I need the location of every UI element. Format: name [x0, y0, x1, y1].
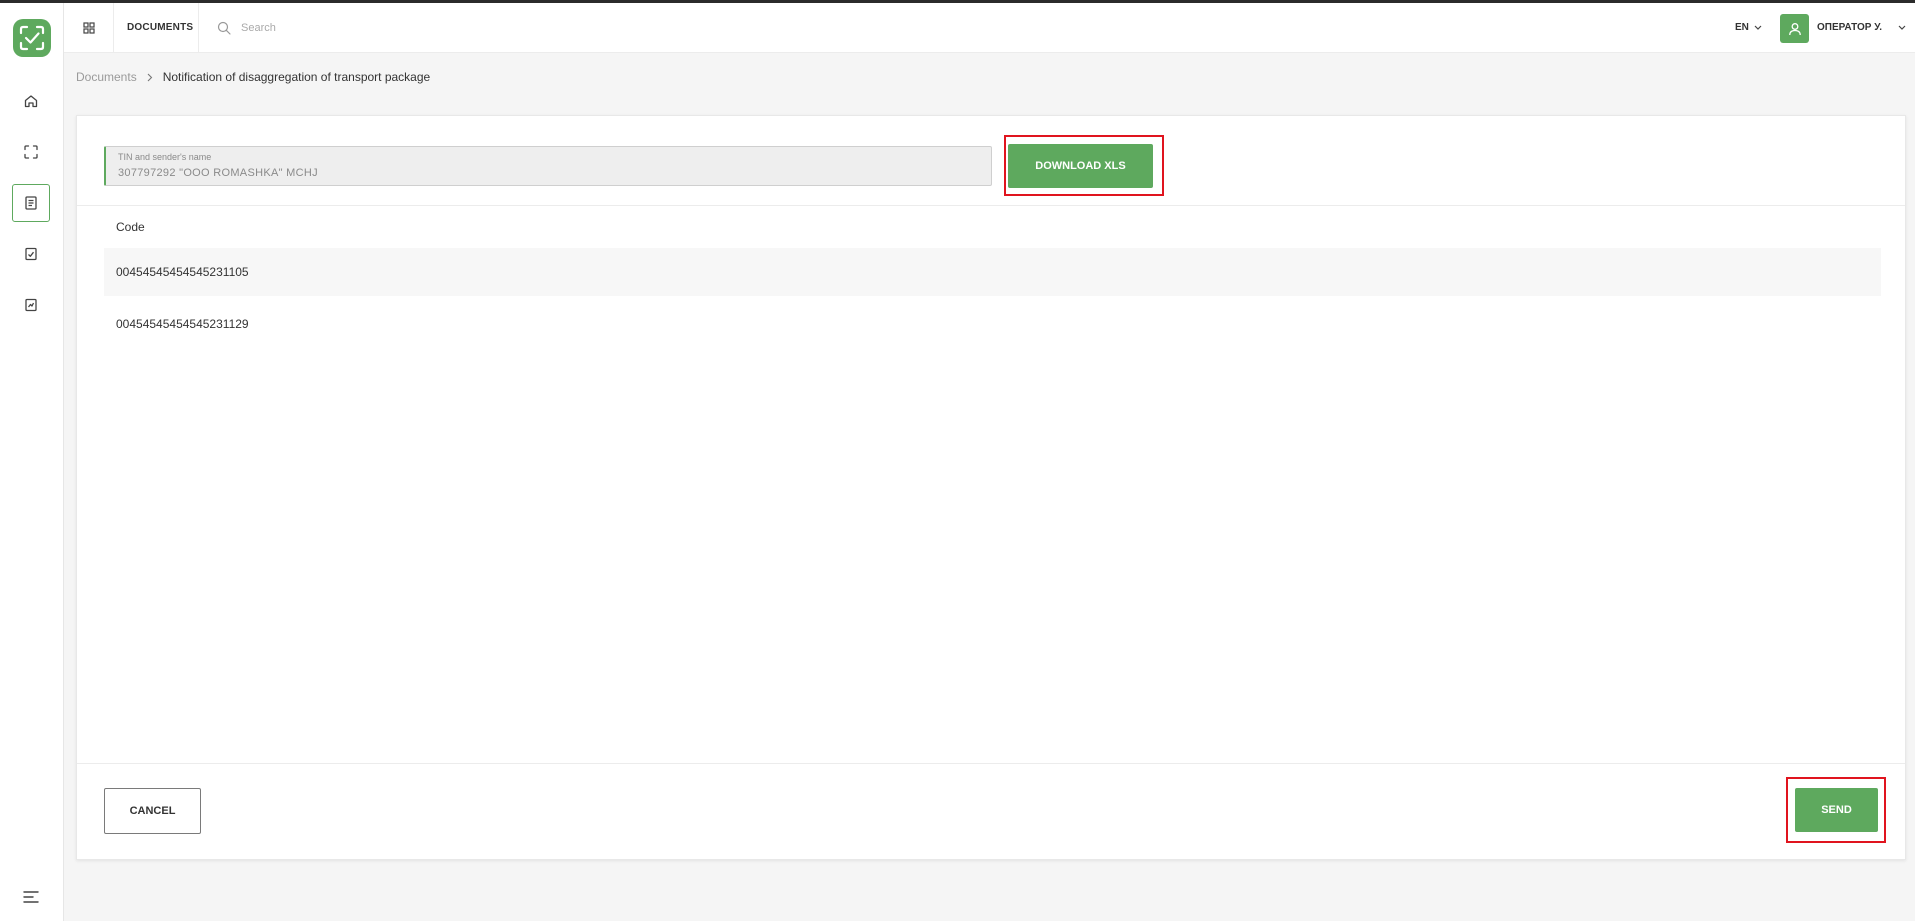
header-divider: [198, 3, 199, 53]
sidebar-item-scan[interactable]: [12, 133, 50, 171]
language-selector[interactable]: EN: [1735, 3, 1762, 53]
sender-field[interactable]: TIN and sender's name 307797292 "OOO ROM…: [104, 146, 992, 186]
chevron-down-icon: [1754, 25, 1762, 30]
code-cell: 00454545454545231105: [116, 265, 249, 279]
report-icon: [25, 298, 37, 312]
menu-toggle-icon[interactable]: [22, 890, 40, 904]
user-name-label: ОПЕРАТОР У.: [1817, 22, 1882, 33]
sidebar-item-reports[interactable]: [12, 286, 50, 324]
sidebar-item-checklist[interactable]: [12, 235, 50, 273]
download-xls-button[interactable]: DOWNLOAD XLS: [1008, 144, 1153, 188]
grid-icon: [82, 22, 95, 34]
document-card: TIN and sender's name 307797292 "OOO ROM…: [76, 115, 1906, 860]
home-icon: [24, 95, 38, 108]
language-label: EN: [1735, 22, 1749, 33]
section-title: DOCUMENTS: [127, 22, 194, 33]
avatar[interactable]: [1780, 14, 1809, 43]
page-title: Notification of disaggregation of transp…: [162, 70, 431, 84]
check-logo-icon: [19, 25, 45, 51]
table-row[interactable]: 00454545454545231105: [104, 248, 1881, 296]
search-icon: [217, 21, 231, 35]
scan-icon: [24, 145, 38, 159]
code-column-header: Code: [116, 220, 145, 234]
apps-menu-button[interactable]: [64, 3, 114, 53]
chevron-down-icon: [1898, 25, 1906, 30]
user-icon: [1788, 22, 1801, 35]
checklist-icon: [25, 247, 37, 261]
document-icon: [25, 196, 37, 210]
sidebar-item-documents[interactable]: [12, 184, 50, 222]
table-row[interactable]: 00454545454545231129: [104, 300, 1881, 348]
sidebar-item-home[interactable]: [12, 82, 50, 120]
sender-field-value: 307797292 "OOO ROMASHKA" MCHJ: [118, 167, 318, 179]
sender-field-label: TIN and sender's name: [118, 152, 212, 162]
top-header: DOCUMENTS EN ОПЕРАТОР У.: [64, 3, 1915, 53]
footer-divider: [77, 763, 1905, 764]
cancel-button[interactable]: CANCEL: [104, 788, 201, 834]
sidebar: [0, 3, 64, 921]
user-menu[interactable]: ОПЕРАТОР У.: [1817, 3, 1906, 53]
search-input[interactable]: [241, 17, 541, 39]
chevron-right-icon: [147, 73, 152, 81]
send-button[interactable]: SEND: [1795, 788, 1878, 832]
form-divider: [77, 205, 1905, 206]
code-cell: 00454545454545231129: [116, 317, 249, 331]
breadcrumb-documents-link[interactable]: Documents: [76, 70, 137, 84]
breadcrumb: Documents Notification of disaggregation…: [76, 67, 430, 87]
app-logo[interactable]: [13, 19, 51, 57]
